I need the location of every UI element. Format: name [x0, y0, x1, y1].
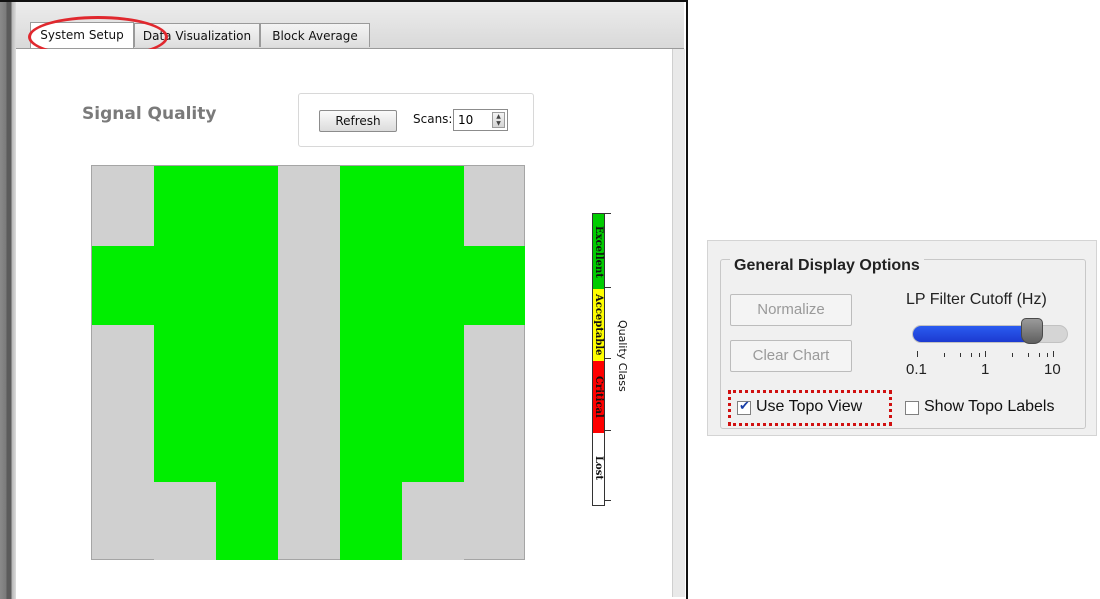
slider-scale-tick	[1012, 353, 1013, 357]
slider-scale-tick	[1047, 353, 1048, 357]
slider-scale-tick	[917, 351, 918, 357]
scans-spinbox[interactable]: 10 ▲ ▼	[453, 109, 508, 131]
slider-min-label: 0.1	[906, 361, 927, 378]
topo-channel	[464, 246, 525, 325]
checkmark-icon: ✔	[739, 399, 750, 414]
slider-mid-label: 1	[981, 361, 990, 378]
clear-chart-button[interactable]: Clear Chart	[730, 340, 852, 372]
scans-label: Scans:	[413, 112, 453, 126]
slider-scale-tick	[979, 353, 980, 357]
use-topo-view-checkbox[interactable]: ✔	[737, 399, 751, 415]
show-topo-labels-label[interactable]: Show Topo Labels	[924, 398, 1054, 416]
lp-filter-label: LP Filter Cutoff (Hz)	[906, 291, 1047, 308]
signal-quality-title: Signal Quality	[82, 104, 217, 124]
slider-scale-tick	[1053, 351, 1054, 357]
topo-channel-off	[402, 482, 464, 560]
slider-scale-tick	[971, 353, 972, 357]
colorbar-tick	[605, 500, 611, 501]
normalize-button[interactable]: Normalize	[730, 294, 852, 326]
general-display-options-panel: General Display Options Normalize Clear …	[707, 240, 1097, 436]
colorbar-tick	[605, 213, 611, 214]
lp-filter-slider-thumb[interactable]	[1021, 318, 1043, 344]
colorbar-tick	[605, 358, 611, 359]
quality-acceptable-label: Acceptable	[593, 294, 604, 356]
lp-filter-slider[interactable]	[912, 325, 1068, 343]
colorbar-tick	[605, 287, 611, 288]
show-topo-labels-checkbox[interactable]	[905, 401, 919, 415]
spin-arrows-icon[interactable]: ▲ ▼	[492, 112, 505, 128]
quality-class-axis-label: Quality Class	[616, 320, 629, 392]
topo-channel	[92, 246, 154, 325]
slider-scale-tick	[1028, 353, 1029, 357]
use-topo-view-label[interactable]: Use Topo View	[756, 398, 862, 416]
refresh-button[interactable]: Refresh	[319, 110, 397, 132]
options-group-title: General Display Options	[730, 257, 924, 275]
lp-filter-slider-fill	[913, 326, 1033, 342]
quality-critical-label: Critical	[593, 376, 604, 418]
colorbar-tick	[605, 430, 611, 431]
quality-class-colorbar: Excellent Acceptable Critical Lost	[592, 213, 605, 506]
scans-value: 10	[458, 113, 474, 127]
quality-excellent-label: Excellent	[593, 226, 604, 278]
signal-quality-topo-map	[91, 165, 525, 560]
slider-max-label: 10	[1044, 361, 1061, 378]
app-window: System Setup Data Visualization Block Av…	[0, 0, 690, 599]
topo-channel-off	[154, 482, 216, 560]
slider-scale-tick	[985, 351, 986, 357]
slider-scale-tick	[960, 353, 961, 357]
slider-scale-tick	[1039, 353, 1040, 357]
quality-lost-label: Lost	[593, 456, 604, 480]
refresh-group: Refresh Scans: 10 ▲ ▼	[298, 93, 534, 147]
slider-scale-tick	[944, 353, 945, 357]
